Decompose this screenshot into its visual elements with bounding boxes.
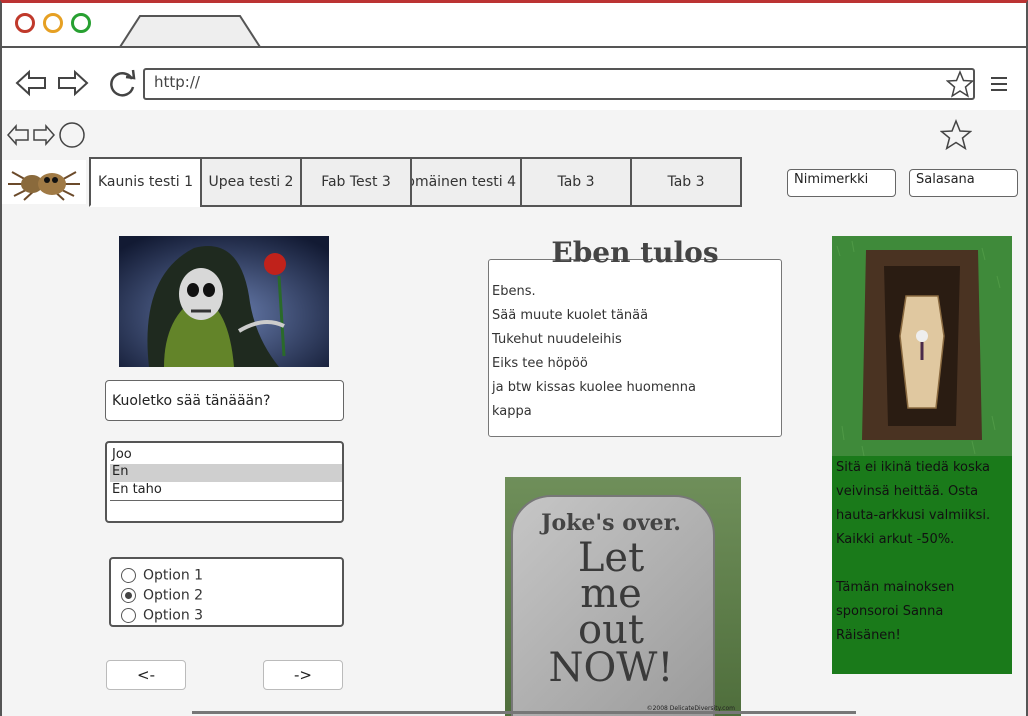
tab-fab-test-3[interactable]: Fab Test 3 [300, 157, 412, 207]
browser-tab[interactable] [118, 14, 262, 48]
answer-listbox[interactable]: Joo En En taho [105, 441, 344, 523]
list-item-en-taho[interactable]: En taho [110, 482, 342, 501]
result-line: Eiks tee höpöö [492, 356, 588, 371]
grim-reaper-image [119, 236, 329, 367]
spider-logo [2, 160, 86, 204]
bookmark-star-icon[interactable] [946, 70, 974, 98]
radio-option-2[interactable]: Option 2 [121, 585, 203, 604]
question-field[interactable]: Kuoletko sää tänäään? [105, 380, 344, 421]
radio-option-3[interactable]: Option 3 [121, 605, 203, 624]
result-line: ja btw kissas kuolee huomenna [492, 380, 696, 395]
ad-text: Sitä ei ikinä tiedä koska veivinsä heitt… [836, 460, 991, 547]
tab-kaunis-testi-1[interactable]: Kaunis testi 1 [89, 157, 202, 207]
back-icon[interactable] [6, 122, 30, 148]
grave-image [832, 236, 1012, 456]
minimize-window-button[interactable] [43, 13, 63, 33]
result-line: Ebens. [492, 284, 536, 299]
ad-spacer [836, 552, 1008, 576]
bottom-scrollbar[interactable] [192, 711, 856, 714]
tombstone-line-5: NOW! [548, 645, 674, 691]
list-item-en[interactable]: En [110, 464, 342, 482]
browser-back-icon[interactable] [14, 68, 48, 98]
tab-upea-testi-2[interactable]: Upea testi 2 [200, 157, 302, 207]
radio-group: Option 1 Option 2 Option 3 [109, 557, 344, 627]
menu-icon[interactable] [989, 74, 1009, 94]
tombstone-image: Joke's over. Let me out NOW! ©2008 Delic… [505, 477, 741, 716]
tab-3-b[interactable]: Tab 3 [630, 157, 742, 207]
password-field[interactable]: Salasana [909, 169, 1018, 197]
tab-3-a[interactable]: Tab 3 [520, 157, 632, 207]
browser-forward-icon[interactable] [56, 68, 90, 98]
result-text: Ebens. Sää muute kuolet tänää Tukehut nu… [492, 280, 778, 424]
reload-icon[interactable] [106, 67, 138, 99]
list-item-joo[interactable]: Joo [110, 447, 342, 465]
radio-option-1[interactable]: Option 1 [121, 565, 203, 584]
url-text[interactable]: http:// [154, 73, 200, 91]
tombstone-line-1: Joke's over. [541, 510, 681, 536]
next-button[interactable]: -> [263, 660, 343, 690]
radio-button-selected[interactable] [121, 588, 136, 603]
maximize-window-button[interactable] [71, 13, 91, 33]
page-title: Eben tulos [551, 236, 719, 269]
result-line: Sää muute kuolet tänää [492, 308, 649, 323]
tombstone-line-4: out [578, 607, 644, 653]
tab-divider [0, 46, 1028, 48]
result-line: Tukehut nuudeleihis [492, 332, 622, 347]
star-icon[interactable] [940, 119, 972, 151]
ad-sponsor-text: Tämän mainoksen sponsoroi Sanna Räisänen… [836, 580, 955, 643]
close-window-button[interactable] [15, 13, 35, 33]
prev-button[interactable]: <- [106, 660, 186, 690]
username-field[interactable]: Nimimerkki [787, 169, 896, 197]
forward-icon[interactable] [32, 122, 56, 148]
url-bar[interactable] [143, 68, 975, 100]
result-line: kappa [492, 404, 532, 419]
tab-testi-4[interactable]: Neljäs mitomäinen testi 4 [410, 157, 522, 207]
radio-button[interactable] [121, 568, 136, 583]
radio-button[interactable] [121, 608, 136, 623]
advertisement[interactable]: Sitä ei ikinä tiedä koska veivinsä heitt… [832, 456, 1012, 674]
circle-icon[interactable] [58, 121, 86, 149]
